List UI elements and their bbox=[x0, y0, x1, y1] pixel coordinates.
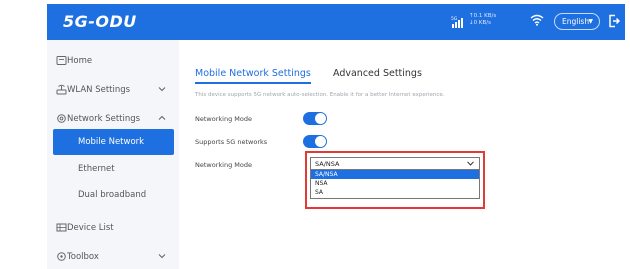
option-label: SA/NSA bbox=[315, 171, 338, 178]
app-logo: 5G-ODU bbox=[63, 12, 137, 31]
upload-rate: ↑0.1 KB/s bbox=[469, 13, 497, 19]
traffic-rates: ↑0.1 KB/s ↓0 KB/s bbox=[469, 13, 496, 27]
option-label: NSA bbox=[315, 180, 328, 187]
chevron-down-icon bbox=[467, 161, 474, 166]
home-icon bbox=[56, 56, 67, 65]
select-value: SA/NSA bbox=[315, 160, 340, 168]
wifi-icon[interactable] bbox=[530, 14, 544, 26]
sidebar-subitem-label: Mobile Network bbox=[78, 137, 145, 147]
chevron-down-icon bbox=[158, 87, 166, 92]
dropdown-option-nsa[interactable]: NSA bbox=[311, 179, 479, 188]
sidebar-item-label: Network Settings bbox=[67, 114, 141, 124]
sidebar-item-wlan-settings[interactable]: WLAN Settings bbox=[47, 77, 174, 103]
device-list-icon bbox=[56, 223, 67, 232]
sidebar: Home WLAN Settings Network Settings Mobi… bbox=[47, 40, 174, 269]
sidebar-item-label: Device List bbox=[67, 223, 114, 233]
sidebar-item-label: Home bbox=[67, 56, 93, 66]
logout-icon[interactable] bbox=[608, 14, 620, 28]
svg-text:5G: 5G bbox=[451, 16, 458, 22]
top-bar: 5G-ODU 5G ↑0.1 KB/s ↓0 KB/s English ▼ bbox=[47, 4, 625, 40]
sidebar-item-home[interactable]: Home bbox=[47, 48, 174, 74]
networking-mode-toggle[interactable] bbox=[303, 112, 327, 125]
wlan-icon bbox=[56, 84, 67, 95]
main-panel: Mobile Network Settings Advanced Setting… bbox=[179, 40, 625, 269]
dropdown-option-sa-nsa[interactable]: SA/NSA bbox=[311, 170, 479, 179]
sidebar-subitem-mobile-network[interactable]: Mobile Network bbox=[53, 129, 174, 155]
active-tab-indicator bbox=[195, 82, 311, 84]
toolbox-icon bbox=[57, 252, 66, 261]
sidebar-item-label: WLAN Settings bbox=[67, 85, 131, 95]
sidebar-item-device-list[interactable]: Device List bbox=[47, 215, 174, 241]
language-selector[interactable]: English ▼ bbox=[554, 13, 600, 30]
app-window: 5G-ODU 5G ↑0.1 KB/s ↓0 KB/s English ▼ Ho… bbox=[47, 4, 625, 269]
sidebar-subitem-ethernet[interactable]: Ethernet bbox=[47, 156, 174, 182]
option-label: SA bbox=[315, 189, 324, 196]
language-label: English bbox=[562, 17, 590, 26]
sidebar-item-toolbox[interactable]: Toolbox bbox=[47, 244, 174, 269]
sidebar-item-label: Toolbox bbox=[67, 252, 99, 262]
chevron-down-icon bbox=[158, 254, 166, 259]
dropdown-option-sa[interactable]: SA bbox=[311, 188, 479, 197]
sidebar-subitem-label: Ethernet bbox=[78, 164, 115, 174]
networking-mode-select-label: Networking Mode bbox=[195, 161, 252, 169]
network-settings-icon bbox=[57, 114, 66, 123]
support-5g-label: Supports 5G networks bbox=[195, 138, 268, 146]
sidebar-subitem-dual-broadband[interactable]: Dual broadband bbox=[47, 182, 174, 208]
networking-mode-toggle-label: Networking Mode bbox=[195, 115, 252, 123]
networking-mode-dropdown: SA/NSA NSA SA bbox=[310, 169, 480, 199]
tab-advanced-settings[interactable]: Advanced Settings bbox=[333, 68, 422, 79]
info-note: This device supports 5G network auto-sel… bbox=[195, 92, 445, 98]
signal-5g-icon: 5G bbox=[451, 16, 463, 28]
sidebar-subitem-label: Dual broadband bbox=[78, 190, 147, 200]
support-5g-toggle[interactable] bbox=[303, 135, 327, 148]
download-rate: ↓0 KB/s bbox=[469, 20, 491, 26]
caret-down-icon: ▼ bbox=[588, 18, 593, 25]
chevron-up-icon bbox=[158, 115, 166, 120]
toggle-knob bbox=[315, 113, 326, 124]
toggle-knob bbox=[315, 136, 326, 147]
tab-mobile-network-settings[interactable]: Mobile Network Settings bbox=[195, 68, 311, 79]
